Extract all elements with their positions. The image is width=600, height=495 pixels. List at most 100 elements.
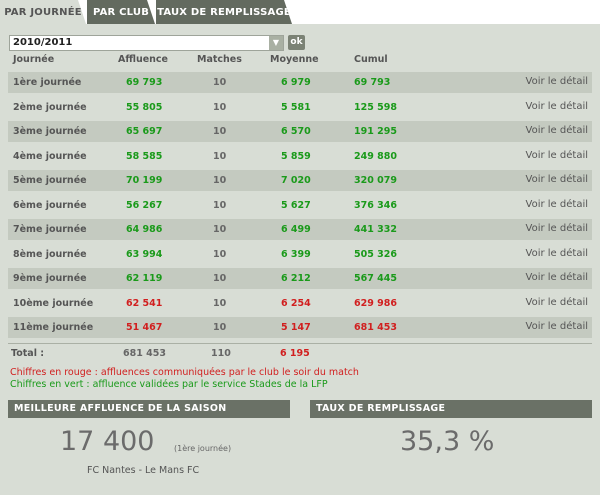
cell-moyenne: 5 581 [281,101,311,113]
row-label: 8ème journée [13,248,87,260]
cell-cumul: 567 445 [354,273,397,284]
divider [8,343,592,344]
fill-rate-value: 35,3 % [400,426,495,457]
best-attendance-match: FC Nantes - Le Mans FC [87,465,200,476]
row-label: 3ème journée [13,126,87,137]
row-label: 6ème journée [13,199,87,211]
cell-moyenne: 6 499 [281,224,311,235]
season-value: 2010/2011 [13,37,73,48]
cell-affluence: 69 793 [126,77,163,88]
cell-matches: 10 [213,224,227,235]
total-moyenne: 6 195 [280,348,310,359]
cell-affluence: 65 697 [126,126,163,137]
total-row: Total : 681 453 110 6 195 [8,346,592,362]
cell-moyenne: 6 212 [281,273,311,284]
table-row: 10ème journée 62 541 10 6 254 629 986 Voir le… [8,293,592,314]
header-moyenne: Moyenne [270,54,319,65]
cell-affluence: 70 199 [126,175,163,186]
cell-cumul: 441 332 [354,224,397,235]
cell-cumul: 249 880 [354,150,397,162]
chevron-down-icon[interactable]: ▼ [269,36,283,50]
total-label: Total : [11,348,45,359]
cell-affluence: 58 585 [126,150,163,162]
cell-moyenne: 5 627 [281,199,311,211]
detail-link[interactable]: Voir le détail [526,199,588,210]
cell-moyenne: 6 979 [281,77,311,88]
total-affluence: 681 453 [123,348,166,359]
best-attendance-title: MEILLEURE AFFLUENCE DE LA SAISON [8,400,290,418]
header-journee: Journée [13,54,55,65]
cell-matches: 10 [213,150,227,162]
cell-affluence: 56 267 [126,199,163,211]
best-attendance-journee: (1ère journée) [174,444,232,453]
cell-cumul: 376 346 [354,199,397,211]
detail-link[interactable]: Voir le détail [526,76,588,87]
cell-affluence: 62 541 [126,297,163,309]
cell-moyenne: 6 399 [281,248,311,260]
cell-affluence: 63 994 [126,248,163,260]
detail-link[interactable]: Voir le détail [526,248,588,259]
cell-matches: 10 [213,77,227,88]
detail-link[interactable]: Voir le détail [526,150,588,161]
tab-taux-de-remplissage[interactable]: TAUX DE REMPLISSAGE [156,0,292,24]
row-label: 7ème journée [13,224,87,235]
cell-affluence: 51 467 [126,322,163,333]
table-row: 1ère journée 69 793 10 6 979 69 793 Voir le d… [8,72,592,93]
cell-affluence: 55 805 [126,101,163,113]
table-row: 5ème journée 70 199 10 7 020 320 079 Voir le … [8,170,592,191]
row-label: 10ème journée [13,297,94,309]
cell-matches: 10 [213,175,227,186]
cell-moyenne: 5 859 [281,150,311,162]
legend-green: Chiffres en vert : affluence validées pa… [10,379,328,390]
detail-link[interactable]: Voir le détail [526,125,588,136]
table-row: 11ème journée 51 467 10 5 147 681 453 Voir le… [8,317,592,338]
cell-moyenne: 5 147 [281,322,311,333]
fill-rate-title: TAUX DE REMPLISSAGE [310,400,592,418]
legend-red: Chiffres en rouge : affluences communiqu… [10,367,359,378]
cell-matches: 10 [213,297,227,309]
cell-moyenne: 7 020 [281,175,311,186]
detail-link[interactable]: Voir le détail [526,174,588,185]
cell-matches: 10 [213,248,227,260]
cell-cumul: 320 079 [354,175,397,186]
detail-link[interactable]: Voir le détail [526,321,588,332]
header-affluence: Affluence [118,54,169,65]
best-attendance-value: 17 400 [60,426,155,457]
cell-cumul: 125 598 [354,101,397,113]
cell-moyenne: 6 254 [281,297,311,309]
cell-matches: 10 [213,322,227,333]
row-label: 4ème journée [13,150,87,162]
detail-link[interactable]: Voir le détail [526,223,588,234]
ok-button[interactable]: ok [288,35,305,50]
cell-affluence: 62 119 [126,273,163,284]
tab-par-club[interactable]: PAR CLUB [87,0,155,24]
row-label: 2ème journée [13,101,87,113]
table-row: 9ème journée 62 119 10 6 212 567 445 Voir le … [8,268,592,289]
row-label: 1ère journée [13,77,82,88]
cell-cumul: 69 793 [354,77,391,88]
total-matches: 110 [211,348,231,359]
row-label: 11ème journée [13,322,94,333]
detail-link[interactable]: Voir le détail [526,272,588,283]
cell-cumul: 681 453 [354,322,397,333]
table-row: 6ème journée 56 267 10 5 627 376 346 Voir le … [8,195,592,216]
cell-cumul: 629 986 [354,297,397,309]
table-header: Journée Affluence Matches Moyenne Cumul [0,54,600,68]
row-label: 5ème journée [13,175,87,186]
table-row: 4ème journée 58 585 10 5 859 249 880 Voir le … [8,146,592,167]
header-matches: Matches [197,54,242,65]
row-label: 9ème journée [13,273,87,284]
header-cumul: Cumul [354,54,388,65]
season-select[interactable]: 2010/2011 ▼ [9,35,284,51]
cell-affluence: 64 986 [126,224,163,235]
cell-moyenne: 6 570 [281,126,311,137]
table-row: 2ème journée 55 805 10 5 581 125 598 Voir le … [8,97,592,118]
detail-link[interactable]: Voir le détail [526,297,588,308]
tab-bar: PAR JOURNÉE PAR CLUB TAUX DE REMPLISSAGE [0,0,600,24]
cell-matches: 10 [213,126,227,137]
cell-cumul: 191 295 [354,126,397,137]
cell-matches: 10 [213,273,227,284]
table-row: 8ème journée 63 994 10 6 399 505 326 Voir le … [8,244,592,265]
tab-par-journee[interactable]: PAR JOURNÉE [0,0,86,24]
detail-link[interactable]: Voir le détail [526,101,588,112]
